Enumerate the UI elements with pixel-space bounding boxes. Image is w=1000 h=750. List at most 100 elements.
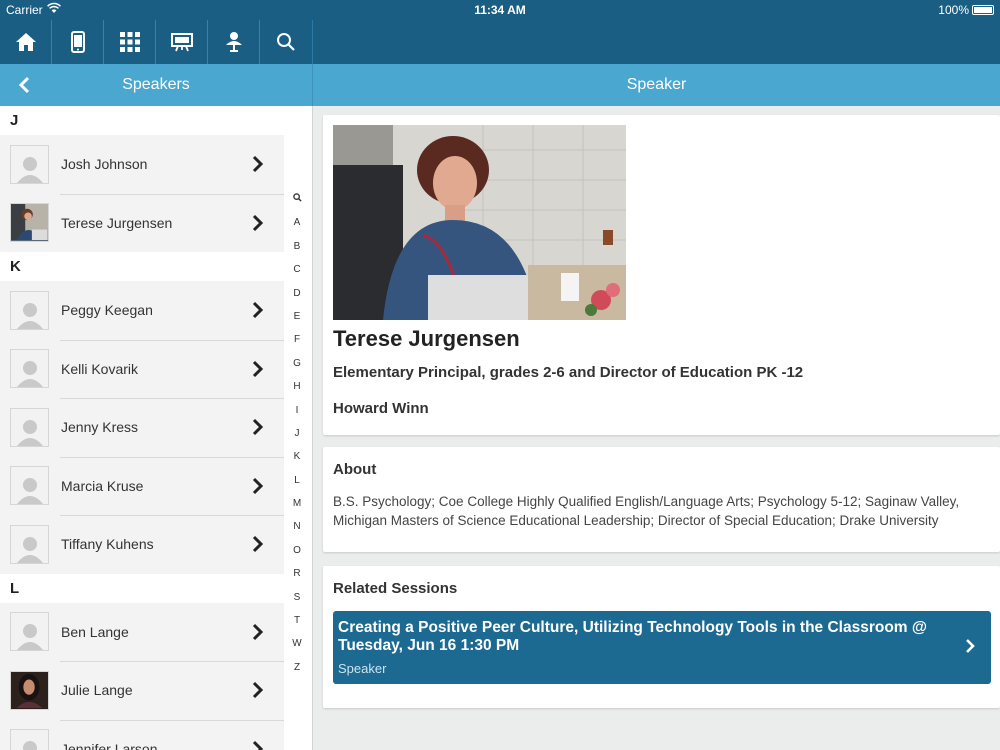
list-item[interactable]: Terese Jurgensen	[0, 193, 284, 252]
avatar-placeholder	[10, 524, 49, 564]
chevron-right-icon	[248, 214, 268, 232]
home-icon	[15, 33, 36, 51]
list-item[interactable]: Marcia Kruse	[0, 456, 284, 515]
avatar	[10, 670, 49, 710]
chevron-left-icon	[18, 76, 30, 94]
session-role: Speaker	[338, 661, 387, 676]
presentation-icon	[170, 33, 193, 52]
speaker-name: Kelli Kovarik	[61, 360, 139, 377]
speaker-name: Peggy Keegan	[61, 302, 153, 319]
related-sessions-heading: Related Sessions	[333, 580, 458, 597]
speaker-name: Marcia Kruse	[61, 477, 144, 494]
back-button[interactable]	[14, 74, 34, 96]
grid-button[interactable]	[104, 20, 156, 64]
related-sessions-card: Related Sessions Creating a Positive Pee…	[323, 566, 1000, 708]
index-letter[interactable]: B	[294, 235, 301, 258]
avatar-placeholder	[10, 144, 49, 184]
avatar-placeholder	[10, 407, 49, 447]
detail-title: Speaker	[626, 76, 687, 93]
speaker-name: Jenny Kress	[61, 419, 139, 436]
index-letter[interactable]: R	[293, 562, 300, 585]
mobile-button[interactable]	[52, 20, 104, 64]
speaker-icon	[225, 32, 242, 52]
section-l: L Ben Lange Julie Lange Jennifer Larson	[0, 573, 312, 750]
chevron-right-icon	[248, 681, 268, 699]
index-letter[interactable]: I	[296, 399, 299, 422]
chevron-right-icon	[248, 155, 268, 173]
list-item[interactable]: Julie Lange	[0, 661, 284, 720]
list-item[interactable]: Kelli Kovarik	[0, 339, 284, 398]
index-letter[interactable]: W	[292, 632, 301, 655]
search-button[interactable]	[260, 20, 312, 64]
speaker-photo	[333, 125, 626, 320]
index-letter[interactable]: J	[295, 422, 300, 445]
presentation-button[interactable]	[156, 20, 208, 64]
list-item[interactable]: Jenny Kress	[0, 398, 284, 457]
section-header: J	[0, 106, 312, 135]
phone-icon	[70, 31, 85, 53]
speaker-name: Jennifer Larson	[61, 740, 158, 750]
index-letter[interactable]: K	[294, 445, 301, 468]
index-search-icon[interactable]	[292, 188, 302, 211]
index-letter[interactable]: A	[294, 211, 301, 234]
speakers-button[interactable]	[208, 20, 260, 64]
chevron-right-icon	[248, 477, 268, 495]
list-item[interactable]: Ben Lange	[0, 602, 284, 661]
battery-indicator: 100%	[938, 3, 994, 17]
about-heading: About	[333, 461, 377, 478]
speaker-detail-pane: Terese Jurgensen Elementary Principal, g…	[313, 106, 1000, 750]
avatar-placeholder	[10, 349, 49, 389]
index-letter[interactable]: C	[293, 258, 300, 281]
clock-time: 11:34 AM	[474, 3, 526, 17]
chevron-right-icon	[248, 360, 268, 378]
list-item[interactable]: Peggy Keegan	[0, 281, 284, 340]
list-item[interactable]: Jennifer Larson	[0, 719, 284, 750]
index-letter[interactable]: G	[293, 352, 301, 375]
index-letter[interactable]: D	[293, 282, 300, 305]
index-letter[interactable]: L	[294, 469, 300, 492]
battery-percent: 100%	[938, 3, 969, 17]
chevron-right-icon	[248, 418, 268, 436]
search-icon	[277, 33, 295, 51]
index-letter[interactable]: M	[293, 492, 301, 515]
grid-icon	[119, 32, 140, 52]
section-k: K Peggy Keegan Kelli Kovarik Jenny Kress…	[0, 252, 312, 574]
about-card: About B.S. Psychology; Coe College Highl…	[323, 447, 1000, 552]
avatar-placeholder	[10, 290, 49, 330]
session-title: Creating a Positive Peer Culture, Utiliz…	[338, 619, 927, 654]
index-letter[interactable]: Z	[294, 656, 300, 679]
about-text: B.S. Psychology; Coe College Highly Qual…	[333, 494, 960, 528]
section-header: K	[0, 252, 312, 281]
speaker-name: Tiffany Kuhens	[61, 536, 154, 553]
chevron-right-icon	[248, 535, 268, 553]
avatar	[10, 203, 49, 243]
profile-card: Terese Jurgensen Elementary Principal, g…	[323, 115, 1000, 435]
top-toolbar	[0, 20, 1000, 64]
page-title: Speakers	[122, 76, 190, 93]
section-header: L	[0, 573, 312, 603]
chevron-right-icon	[248, 740, 268, 750]
index-letter[interactable]: O	[293, 539, 301, 562]
list-item[interactable]: Josh Johnson	[0, 135, 284, 194]
status-bar: Carrier 11:34 AM 100%	[0, 0, 1000, 20]
speaker-name: Terese Jurgensen	[61, 214, 173, 231]
session-item[interactable]: Creating a Positive Peer Culture, Utiliz…	[333, 611, 991, 684]
chevron-right-icon	[965, 638, 975, 659]
battery-icon	[972, 5, 994, 15]
speaker-job-title: Elementary Principal, grades 2-6 and Dir…	[333, 364, 804, 381]
speaker-titlebar: Speaker	[313, 64, 1000, 106]
index-letter[interactable]: T	[294, 609, 300, 632]
chevron-right-icon	[248, 301, 268, 319]
speakers-titlebar: Speakers	[0, 64, 313, 106]
list-item[interactable]: Tiffany Kuhens	[0, 515, 284, 574]
index-letter[interactable]: E	[294, 305, 301, 328]
speaker-name: Julie Lange	[61, 682, 133, 699]
index-letter[interactable]: H	[293, 375, 300, 398]
home-button[interactable]	[0, 20, 52, 64]
alphabet-index[interactable]: A B C D E F G H I J K L M N O R S T W Z	[287, 188, 307, 679]
index-letter[interactable]: F	[294, 328, 300, 351]
chevron-right-icon	[248, 623, 268, 641]
speaker-name: Ben Lange	[61, 623, 129, 640]
index-letter[interactable]: N	[293, 515, 300, 538]
index-letter[interactable]: S	[294, 586, 301, 609]
